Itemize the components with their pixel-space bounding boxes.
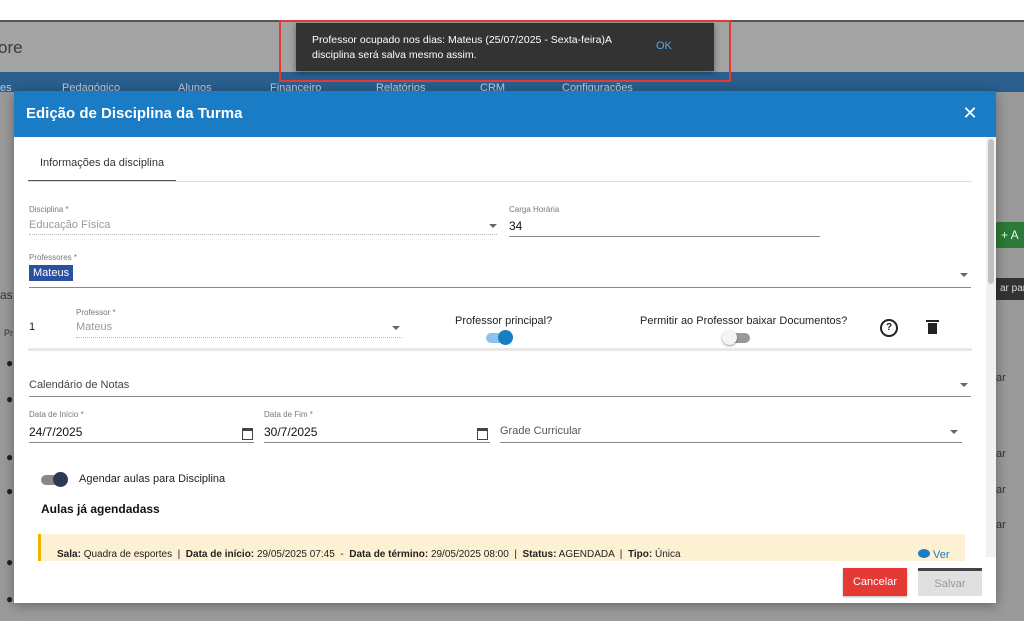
bg-row-text: ar: [996, 372, 1006, 384]
person-icon: ●: [6, 392, 14, 406]
bg-side-text: Pr: [4, 328, 13, 338]
professores-label: Professores *: [29, 253, 78, 262]
person-icon: ●: [6, 356, 14, 370]
bg-dark-button[interactable]: ar para: [996, 278, 1024, 300]
tab-informacoes-disciplina[interactable]: Informações da disciplina: [28, 148, 176, 182]
professor-select[interactable]: Mateus: [76, 321, 112, 333]
bg-row-text: ar: [996, 448, 1006, 460]
nav-item[interactable]: es: [0, 82, 12, 92]
agendar-aulas-label: Agendar aulas para Disciplina: [79, 473, 226, 485]
chevron-down-icon[interactable]: [960, 273, 968, 277]
chevron-down-icon[interactable]: [392, 326, 400, 330]
save-button[interactable]: Salvar: [918, 568, 982, 596]
data-fim-label: Data de Fim *: [264, 410, 313, 419]
bg-row-text: ar: [996, 484, 1006, 496]
trash-icon[interactable]: [926, 320, 939, 334]
dialog-footer: Cancelar Salvar: [14, 561, 996, 603]
calendar-icon[interactable]: [477, 428, 488, 440]
professor-principal-toggle[interactable]: [486, 330, 513, 345]
bg-side-text: as: [0, 288, 13, 302]
agendar-aulas-toggle[interactable]: [41, 472, 68, 487]
disciplina-label: Disciplina *: [29, 205, 69, 214]
aula-card: Sala: Quadra de esportes | Data de iníci…: [38, 534, 965, 564]
bg-row-text: ar: [996, 519, 1006, 531]
professor-underline: [76, 337, 402, 338]
professores-underline: [29, 287, 971, 288]
professor-label: Professor *: [76, 308, 116, 317]
person-icon: ●: [6, 484, 14, 498]
person-icon: ●: [6, 555, 14, 569]
close-icon[interactable]: ✕: [960, 103, 980, 123]
top-strip: [0, 0, 1024, 20]
snackbar-ok-button[interactable]: OK: [656, 40, 672, 52]
grade-underline: [500, 442, 962, 443]
professor-principal-label: Professor principal?: [455, 315, 553, 327]
snackbar-message: Professor ocupado nos dias: Mateus (25/0…: [312, 34, 612, 61]
permitir-documentos-toggle[interactable]: [722, 330, 750, 345]
permitir-documentos-label: Permitir ao Professor baixar Documentos?: [640, 315, 848, 327]
cancel-button[interactable]: Cancelar: [843, 568, 907, 596]
data-fim-input[interactable]: 30/7/2025: [264, 425, 317, 439]
aula-details: Sala: Quadra de esportes | Data de iníci…: [57, 549, 681, 560]
calendar-icon[interactable]: [242, 428, 253, 440]
chevron-down-icon[interactable]: [960, 383, 968, 387]
row-index: 1: [29, 321, 36, 333]
scroll-thumb[interactable]: [988, 139, 994, 284]
chevron-down-icon[interactable]: [950, 430, 958, 434]
professor-chip[interactable]: Mateus: [29, 265, 74, 281]
aulas-agendadas-heading: Aulas já agendadass: [41, 502, 160, 516]
eye-icon[interactable]: [918, 549, 930, 558]
calendario-notas-select[interactable]: Calendário de Notas: [29, 379, 129, 391]
dialog-header: Edição de Disciplina da Turma ✕: [14, 91, 996, 137]
disciplina-select[interactable]: Educação Física: [29, 219, 110, 231]
grade-curricular-select[interactable]: Grade Curricular: [500, 425, 581, 437]
snackbar: Professor ocupado nos dias: Mateus (25/0…: [296, 23, 714, 71]
chevron-down-icon[interactable]: [489, 224, 497, 228]
carga-horaria-input[interactable]: 34: [509, 219, 522, 233]
data-inicio-label: Data de Início *: [29, 410, 84, 419]
calendario-underline: [29, 396, 971, 397]
dialog-title: Edição de Disciplina da Turma: [26, 105, 243, 122]
help-icon[interactable]: ?: [880, 319, 898, 337]
dialog-scrollbar[interactable]: [986, 137, 996, 557]
tab-divider: [28, 181, 972, 182]
data-fim-underline: [264, 442, 490, 443]
edit-discipline-dialog: Edição de Disciplina da Turma ✕ Informaç…: [14, 91, 996, 603]
app-brand: ore: [0, 38, 23, 57]
bg-add-button[interactable]: + A: [995, 222, 1024, 248]
carga-underline: [509, 236, 820, 237]
person-icon: ●: [6, 592, 14, 606]
data-inicio-input[interactable]: 24/7/2025: [29, 425, 82, 439]
carga-horaria-label: Carga Horária: [509, 205, 560, 214]
app-nav: es Pedagógico Alunos Financeiro Relatóri…: [0, 72, 1024, 92]
person-icon: ●: [6, 450, 14, 464]
disciplina-underline: [29, 234, 497, 235]
data-inicio-underline: [29, 442, 254, 443]
